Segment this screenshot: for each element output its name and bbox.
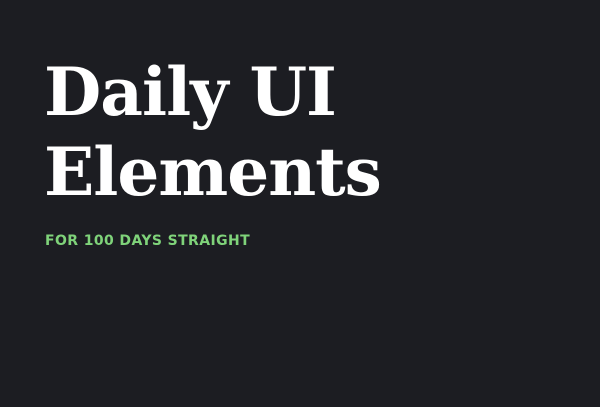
title-line-2: Elements — [44, 133, 382, 211]
page-title: Daily UI Elements — [44, 52, 564, 212]
subtitle: FOR 100 DAYS STRAIGHT — [45, 233, 251, 249]
title-line-1: Daily UI — [44, 53, 337, 131]
hero-banner: Daily UI Elements FOR 100 DAYS STRAIGHT — [0, 0, 600, 407]
